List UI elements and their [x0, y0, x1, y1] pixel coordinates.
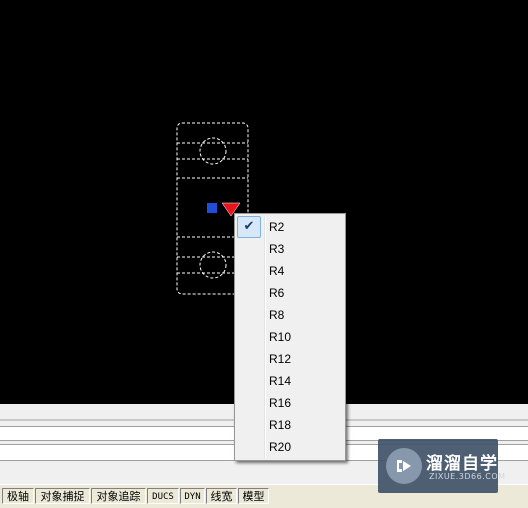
menu-item-label: R10 [269, 330, 292, 344]
menu-item-label: R18 [269, 418, 292, 432]
upper-hole [199, 137, 227, 165]
menu-item-r14[interactable]: R14 [237, 370, 343, 392]
menu-item-label: R2 [269, 220, 285, 234]
checkmark-icon: ✔ [237, 216, 261, 238]
menu-item-r6[interactable]: R6 [237, 282, 343, 304]
menu-item-r10[interactable]: R10 [237, 326, 343, 348]
watermark-subtitle: ZIXUE.3D66.COM [429, 472, 506, 481]
polar-toggle[interactable]: 极轴 [2, 488, 34, 504]
lookup-context-menu: ✔ R2 R3 R4 R6 R8 R10 R12 R14 R16 R18 R20 [234, 213, 346, 461]
model-toggle[interactable]: 模型 [238, 488, 269, 504]
menu-item-label: R12 [269, 352, 292, 366]
menu-item-r8[interactable]: R8 [237, 304, 343, 326]
base-point-grip[interactable] [207, 203, 217, 213]
object-tracking-toggle[interactable]: 对象追踪 [91, 488, 146, 504]
dyn-toggle[interactable]: DYN [180, 488, 205, 504]
ducs-toggle[interactable]: DUCS [147, 488, 179, 504]
menu-item-r12[interactable]: R12 [237, 348, 343, 370]
menu-item-r3[interactable]: R3 [237, 238, 343, 260]
menu-item-label: R4 [269, 264, 285, 278]
lower-hole [199, 251, 227, 279]
menu-item-r4[interactable]: R4 [237, 260, 343, 282]
watermark: 溜溜自学 ZIXUE.3D66.COM [378, 439, 505, 493]
lineweight-toggle[interactable]: 线宽 [206, 488, 237, 504]
menu-item-label: R20 [269, 440, 292, 454]
menu-item-r20[interactable]: R20 [237, 436, 343, 458]
menu-item-r2[interactable]: ✔ R2 [237, 216, 343, 238]
menu-item-label: R3 [269, 242, 285, 256]
menu-item-label: R14 [269, 374, 292, 388]
object-snap-toggle[interactable]: 对象捕捉 [35, 488, 90, 504]
menu-item-r18[interactable]: R18 [237, 414, 343, 436]
menu-item-label: R6 [269, 286, 285, 300]
play-icon [397, 460, 411, 472]
menu-item-r16[interactable]: R16 [237, 392, 343, 414]
menu-item-label: R8 [269, 308, 285, 322]
watermark-logo [386, 448, 422, 484]
menu-item-label: R16 [269, 396, 292, 410]
watermark-title: 溜溜自学 [426, 454, 498, 474]
